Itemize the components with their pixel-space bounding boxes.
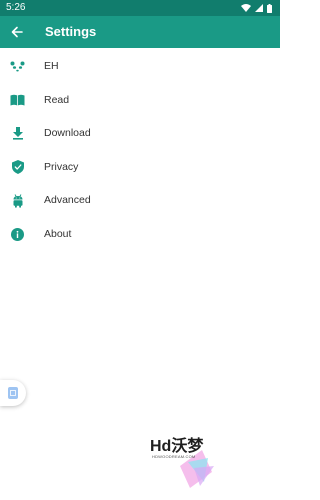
page-title: Settings	[45, 24, 97, 39]
signal-icon	[255, 4, 263, 12]
panda-icon	[10, 59, 25, 74]
info-icon	[10, 227, 25, 242]
watermark: Hd沃梦 HDWOODREAM.COM	[150, 432, 230, 490]
status-icons	[241, 3, 272, 13]
settings-item-about[interactable]: About	[0, 218, 280, 252]
status-bar: 5:26	[0, 0, 280, 16]
battery-icon	[267, 3, 272, 13]
shield-icon	[10, 160, 25, 175]
settings-item-label: Privacy	[44, 160, 79, 173]
download-icon	[10, 126, 25, 141]
settings-item-privacy[interactable]: Privacy	[0, 151, 280, 185]
android-icon	[10, 193, 25, 208]
status-time: 5:26	[6, 2, 26, 13]
settings-item-read[interactable]: Read	[0, 84, 280, 118]
settings-item-label: EH	[44, 60, 59, 72]
settings-item-advanced[interactable]: Advanced	[0, 184, 280, 218]
floating-widget[interactable]	[0, 380, 26, 406]
settings-item-label: About	[44, 227, 72, 240]
settings-item-label: Advanced	[44, 194, 91, 206]
wifi-icon	[241, 4, 251, 12]
book-icon	[10, 93, 25, 108]
settings-screen: 5:26 Settings EH Read Download Privacy A…	[0, 0, 280, 500]
settings-item-download[interactable]: Download	[0, 117, 280, 151]
settings-item-eh[interactable]: EH	[0, 50, 280, 84]
watermark-subtext: HDWOODREAM.COM	[152, 454, 196, 459]
arrow-left-icon	[11, 26, 23, 38]
watermark-text: Hd沃梦	[150, 438, 204, 455]
widget-icon	[8, 387, 18, 399]
back-button[interactable]	[6, 21, 28, 43]
app-bar: Settings	[0, 16, 280, 48]
settings-item-label: Read	[44, 93, 70, 106]
settings-list: EH Read Download Privacy Advanced About	[0, 50, 280, 251]
settings-item-label: Download	[44, 127, 91, 139]
